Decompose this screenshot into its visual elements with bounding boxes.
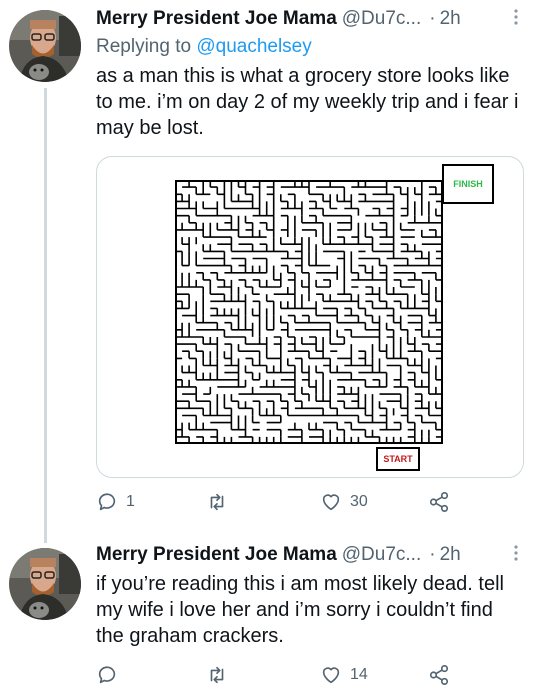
replying-to-handle[interactable]: @quachelsey bbox=[196, 36, 311, 57]
reply-count: 1 bbox=[126, 493, 135, 510]
more-icon[interactable] bbox=[514, 9, 518, 30]
like-button[interactable]: 30 bbox=[320, 491, 368, 513]
maze-border bbox=[175, 180, 443, 444]
display-name[interactable]: Merry President Joe Mama bbox=[96, 7, 337, 31]
tweet-2[interactable]: Merry President Joe Mama @Du7c... · 2h i… bbox=[96, 543, 522, 649]
maze-finish-label: FINISH bbox=[442, 164, 494, 204]
avatar[interactable] bbox=[9, 10, 81, 82]
like-icon bbox=[322, 494, 340, 511]
like-button[interactable]: 14 bbox=[320, 664, 368, 686]
reply-button[interactable] bbox=[96, 664, 126, 686]
avatar[interactable] bbox=[9, 548, 81, 620]
reply-icon bbox=[98, 666, 116, 684]
tweet-header: Merry President Joe Mama @Du7c... · 2h bbox=[96, 543, 522, 567]
timestamp[interactable]: 2h bbox=[440, 543, 461, 567]
reply-button[interactable]: 1 bbox=[96, 491, 135, 513]
like-count: 14 bbox=[350, 666, 368, 683]
tweet-1[interactable]: Merry President Joe Mama @Du7c... · 2h R… bbox=[96, 7, 522, 141]
retweet-button[interactable] bbox=[206, 491, 236, 513]
user-handle[interactable]: @Du7c... bbox=[342, 543, 421, 567]
retweet-button[interactable] bbox=[206, 664, 236, 686]
like-icon bbox=[322, 667, 340, 684]
tweet-text: if you’re reading this i am most likely … bbox=[96, 573, 504, 647]
share-button[interactable] bbox=[428, 664, 450, 686]
maze-walls bbox=[175, 180, 443, 444]
more-icon[interactable] bbox=[514, 545, 518, 566]
tweet-actions: 14 bbox=[96, 664, 466, 694]
retweet-icon bbox=[210, 493, 224, 511]
share-icon bbox=[429, 665, 449, 685]
retweet-icon bbox=[210, 666, 224, 684]
maze-image bbox=[175, 180, 443, 444]
user-handle[interactable]: @Du7c... bbox=[342, 7, 421, 31]
reply-icon bbox=[98, 493, 116, 511]
avatar-photo bbox=[9, 10, 81, 82]
share-icon bbox=[429, 492, 449, 512]
avatar-photo bbox=[9, 548, 81, 620]
maze-start-label: START bbox=[376, 447, 420, 471]
separator-dot: · bbox=[429, 8, 436, 29]
tweet-text: as a man this is what a grocery store lo… bbox=[96, 65, 519, 139]
replying-to-label: Replying to bbox=[96, 36, 192, 57]
tweet-header: Merry President Joe Mama @Du7c... · 2h bbox=[96, 7, 522, 31]
like-count: 30 bbox=[350, 493, 368, 510]
display-name[interactable]: Merry President Joe Mama bbox=[96, 543, 337, 567]
replying-to: Replying to @quachelsey bbox=[96, 35, 522, 59]
timestamp[interactable]: 2h bbox=[440, 7, 461, 31]
share-button[interactable] bbox=[428, 491, 450, 513]
thread-connector-line bbox=[44, 88, 47, 543]
tweet-actions: 1 30 bbox=[96, 491, 466, 521]
separator-dot: · bbox=[429, 544, 436, 565]
